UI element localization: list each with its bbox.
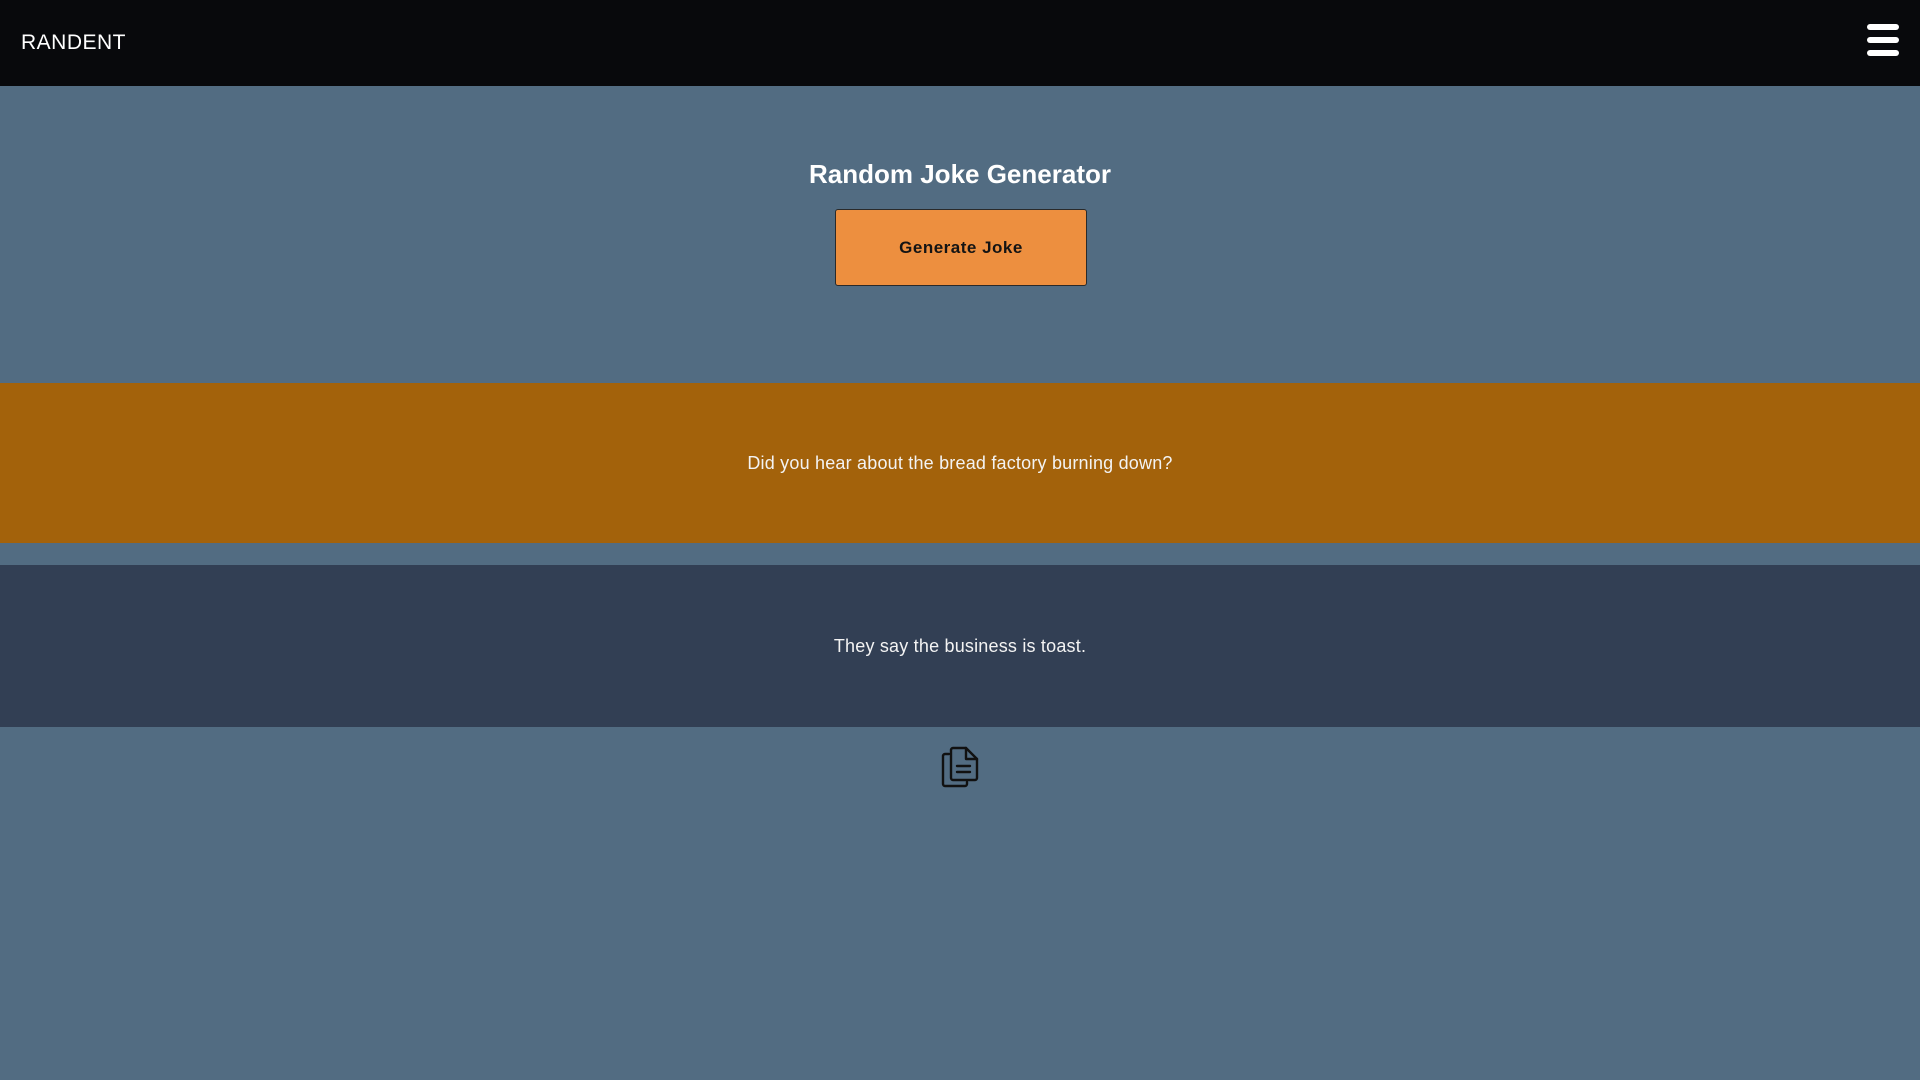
- copy-document-icon[interactable]: [940, 745, 982, 789]
- joke-setup-text: Did you hear about the bread factory bur…: [747, 452, 1173, 473]
- joke-punchline-text: They say the business is toast.: [833, 635, 1087, 656]
- joke-punchline-panel: They say the business is toast.: [0, 565, 1920, 727]
- brand-logo[interactable]: RANDENT: [21, 31, 126, 55]
- generate-joke-button[interactable]: Generate Joke: [835, 209, 1087, 286]
- navbar: RANDENT: [0, 0, 1920, 86]
- menu-bar-middle: [1867, 37, 1899, 43]
- hamburger-menu-icon[interactable]: [1867, 24, 1899, 56]
- joke-setup-panel: Did you hear about the bread factory bur…: [0, 383, 1920, 543]
- page-title: Random Joke Generator: [809, 159, 1111, 189]
- hero-section: Random Joke Generator Generate Joke: [0, 86, 1920, 383]
- menu-bar-bottom: [1867, 50, 1899, 56]
- menu-bar-top: [1867, 24, 1899, 30]
